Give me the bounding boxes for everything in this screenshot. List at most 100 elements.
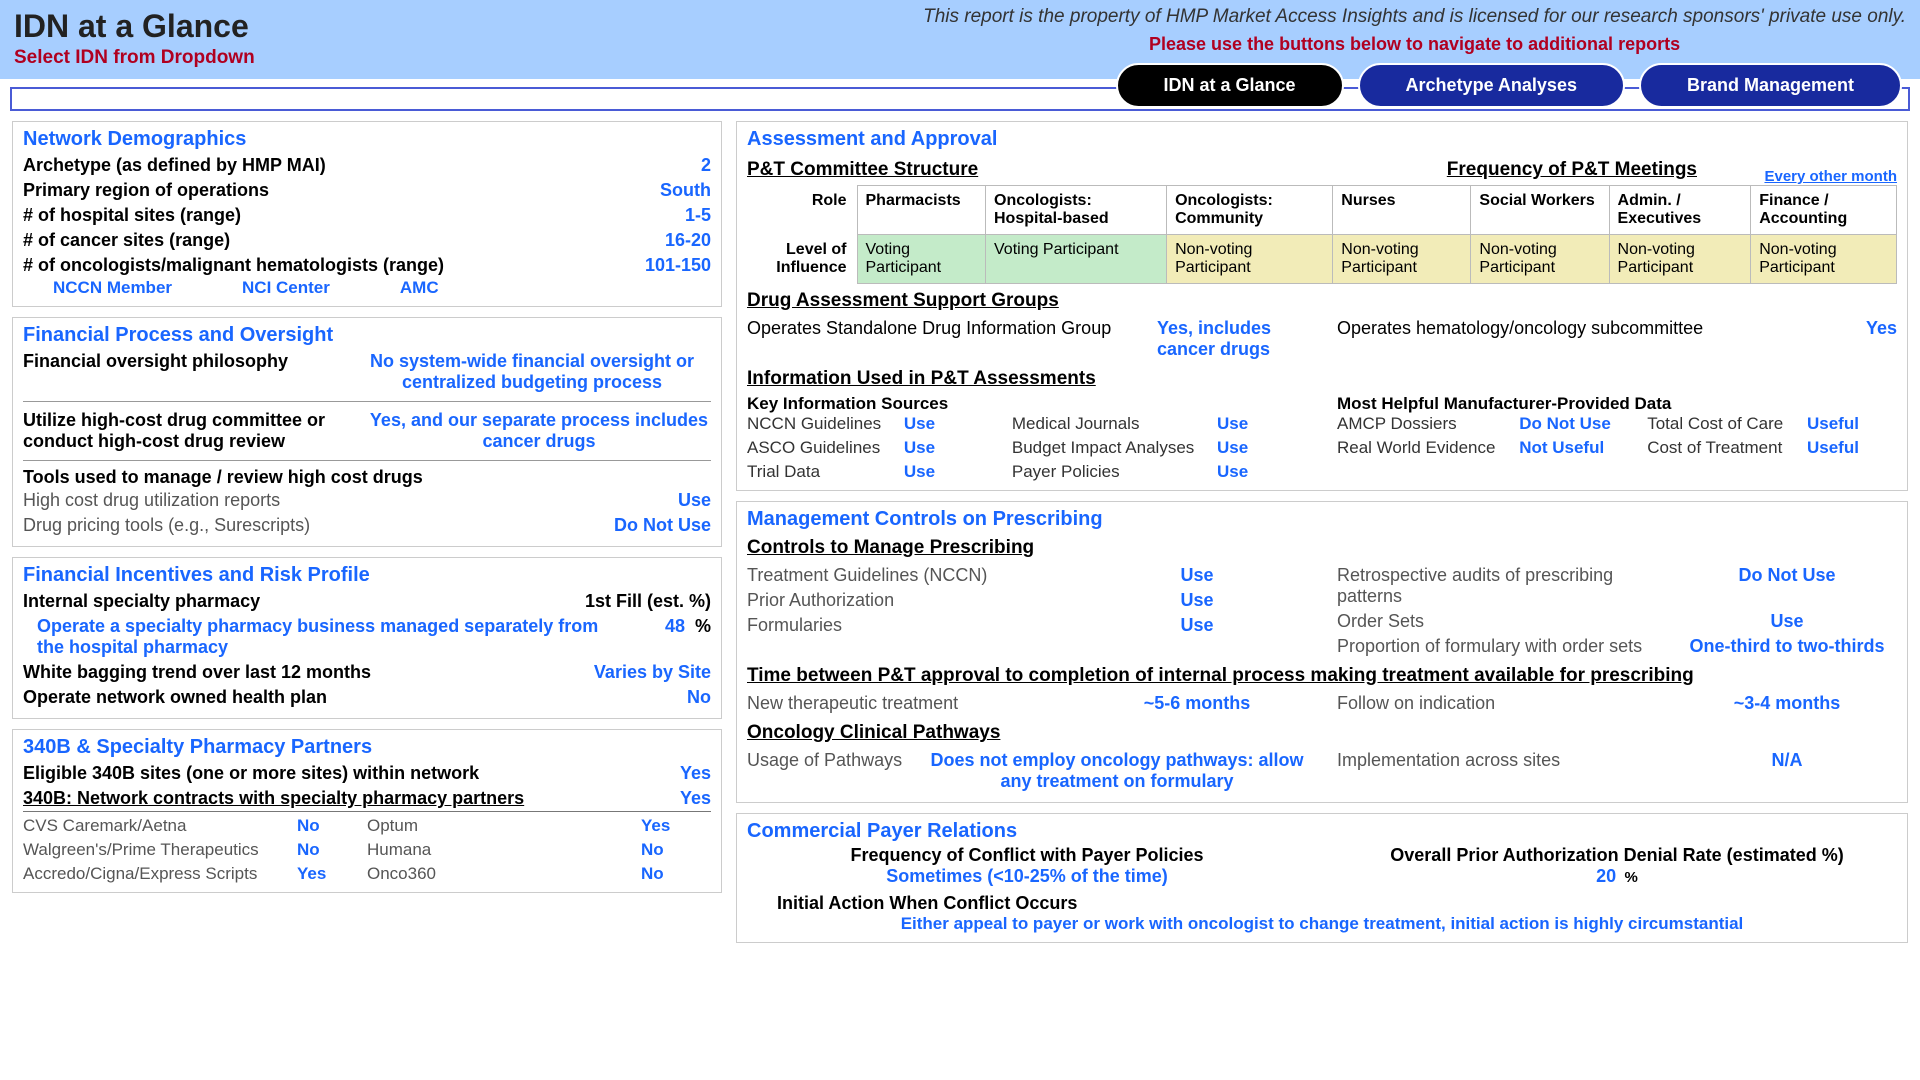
ctrl-orderset-v: Use — [1677, 611, 1897, 632]
pathway-impl-lbl: Implementation across sites — [1337, 750, 1677, 792]
nav-idn-glance-button[interactable]: IDN at a Glance — [1116, 63, 1344, 108]
src-journals-v: Use — [1217, 414, 1307, 434]
dig-label: Operates Standalone Drug Information Gro… — [747, 318, 1157, 339]
pt-lvl-social: Non-voting Participant — [1471, 235, 1609, 284]
header-bar: IDN at a Glance Select IDN from Dropdown… — [0, 0, 1920, 79]
highcost-committee-value: Yes, and our separate process includes c… — [367, 410, 711, 452]
pt-freq-value: Every other month — [1697, 168, 1897, 185]
pt-lvl-nurses: Non-voting Participant — [1333, 235, 1471, 284]
partner-accredo: Accredo/Cigna/Express Scripts — [23, 864, 297, 884]
partner-onco360: Onco360 — [367, 864, 641, 884]
pt-col-nurses: Nurses — [1333, 186, 1471, 235]
internal-sp-label: Internal specialty pharmacy — [23, 591, 367, 612]
assessment-section: Assessment and Approval P&T Committee St… — [736, 121, 1908, 491]
ctrl-nccn-v: Use — [1087, 565, 1307, 586]
health-plan-value: No — [561, 687, 711, 708]
pathway-usage-lbl: Usage of Pathways — [747, 750, 927, 792]
partner-optum-val: Yes — [641, 816, 711, 836]
nav-archetype-button[interactable]: Archetype Analyses — [1358, 63, 1625, 108]
partner-humana: Humana — [367, 840, 641, 860]
time-follow-val: ~3-4 months — [1677, 693, 1897, 714]
partner-walgreens-val: No — [297, 840, 367, 860]
hospital-sites-label: # of hospital sites (range) — [23, 205, 561, 226]
financial-incentives-section: Financial Incentives and Risk Profile In… — [12, 557, 722, 719]
section-title: Financial Process and Oversight — [23, 324, 711, 347]
controls-heading: Controls to Manage Prescribing — [747, 537, 1897, 559]
conflict-freq-val: Sometimes (<10-25% of the time) — [747, 866, 1307, 887]
oncologists-value: 101-150 — [561, 255, 711, 276]
operate-sp-label: Operate a specialty pharmacy business ma… — [23, 616, 625, 658]
white-bagging-label: White bagging trend over last 12 months — [23, 662, 561, 683]
section-title: Assessment and Approval — [747, 128, 1897, 151]
mfg-rwe: Real World Evidence — [1337, 438, 1501, 458]
src-asco: ASCO Guidelines — [747, 438, 886, 458]
tool2-value: Do Not Use — [561, 515, 711, 536]
340b-section: 340B & Specialty Pharmacy Partners Eligi… — [12, 729, 722, 893]
key-sources-heading: Key Information Sources — [747, 394, 1307, 414]
percent-unit: % — [685, 616, 711, 637]
contracts-label: 340B: Network contracts with specialty p… — [23, 788, 561, 809]
partner-humana-val: No — [641, 840, 711, 860]
network-demographics-section: Network Demographics Archetype (as defin… — [12, 121, 722, 307]
nav-hint: Please use the buttons below to navigate… — [923, 34, 1906, 55]
pathway-usage-val: Does not employ oncology pathways: allow… — [927, 750, 1307, 792]
nav-brand-button[interactable]: Brand Management — [1639, 63, 1902, 108]
operate-sp-value: 48 — [625, 616, 685, 637]
tool1-value: Use — [561, 490, 711, 511]
denial-rate-lbl: Overall Prior Authorization Denial Rate … — [1337, 845, 1897, 866]
mfg-cot-v: Useful — [1807, 438, 1897, 458]
time-new-val: ~5-6 months — [1087, 693, 1307, 714]
management-controls-section: Management Controls on Prescribing Contr… — [736, 501, 1908, 803]
mfg-cot: Cost of Treatment — [1647, 438, 1789, 458]
pt-lvl-onc-comm: Non-voting Participant — [1167, 235, 1333, 284]
tools-label: Tools used to manage / review high cost … — [23, 467, 711, 488]
hemonc-value: Yes — [1866, 318, 1897, 339]
partner-cvs-val: No — [297, 816, 367, 836]
first-fill-col: 1st Fill (est. %) — [367, 591, 711, 612]
tool2-label: Drug pricing tools (e.g., Surescripts) — [23, 515, 561, 536]
health-plan-label: Operate network owned health plan — [23, 687, 561, 708]
pt-col-social: Social Workers — [1471, 186, 1609, 235]
mfg-amcp-v: Do Not Use — [1519, 414, 1629, 434]
pt-row-level: Level of Influence — [747, 235, 857, 284]
eligible-340b-label: Eligible 340B sites (one or more sites) … — [23, 763, 561, 784]
section-title: Management Controls on Prescribing — [747, 508, 1897, 531]
cancer-sites-label: # of cancer sites (range) — [23, 230, 561, 251]
eligible-340b-value: Yes — [561, 763, 711, 784]
amc-badge: AMC — [400, 278, 439, 298]
pt-table: Role Pharmacists Oncologists: Hospital-b… — [747, 185, 1897, 284]
nccn-badge: NCCN Member — [53, 278, 172, 298]
pt-lvl-finance: Non-voting Participant — [1751, 235, 1897, 284]
archetype-value: 2 — [561, 155, 711, 176]
mfg-data-heading: Most Helpful Manufacturer-Provided Data — [1337, 394, 1897, 414]
pt-col-onc-comm: Oncologists: Community — [1167, 186, 1333, 235]
src-trial: Trial Data — [747, 462, 886, 482]
highcost-committee-label: Utilize high-cost drug committee or cond… — [23, 410, 367, 452]
pt-lvl-pharm: Voting Participant — [857, 235, 986, 284]
src-nccn: NCCN Guidelines — [747, 414, 886, 434]
oversight-philosophy-label: Financial oversight philosophy — [23, 351, 353, 372]
time-heading: Time between P&T approval to completion … — [747, 665, 1897, 687]
nci-badge: NCI Center — [242, 278, 330, 298]
mfg-totalcost-v: Useful — [1807, 414, 1897, 434]
ctrl-form: Formularies — [747, 615, 1087, 636]
pt-row-role: Role — [747, 186, 857, 235]
time-new-lbl: New therapeutic treatment — [747, 693, 1087, 714]
ctrl-prop-v: One-third to two-thirds — [1677, 636, 1897, 657]
src-asco-v: Use — [904, 438, 994, 458]
denial-rate-val: 20 — [1596, 866, 1616, 886]
pt-lvl-onc-hosp: Voting Participant — [986, 235, 1167, 284]
partner-optum: Optum — [367, 816, 641, 836]
pathways-heading: Oncology Clinical Pathways — [747, 722, 1897, 744]
src-budget-v: Use — [1217, 438, 1307, 458]
dig-value: Yes, includes cancer drugs — [1157, 318, 1307, 360]
financial-process-section: Financial Process and Oversight Financia… — [12, 317, 722, 547]
tool1-label: High cost drug utilization reports — [23, 490, 561, 511]
src-budget: Budget Impact Analyses — [1012, 438, 1199, 458]
info-heading: Information Used in P&T Assessments — [747, 368, 1897, 390]
ctrl-pa: Prior Authorization — [747, 590, 1087, 611]
payer-relations-section: Commercial Payer Relations Frequency of … — [736, 813, 1908, 943]
conflict-freq-lbl: Frequency of Conflict with Payer Policie… — [747, 845, 1307, 866]
cancer-sites-value: 16-20 — [561, 230, 711, 251]
pt-freq-label: Frequency of P&T Meetings — [1447, 159, 1697, 181]
